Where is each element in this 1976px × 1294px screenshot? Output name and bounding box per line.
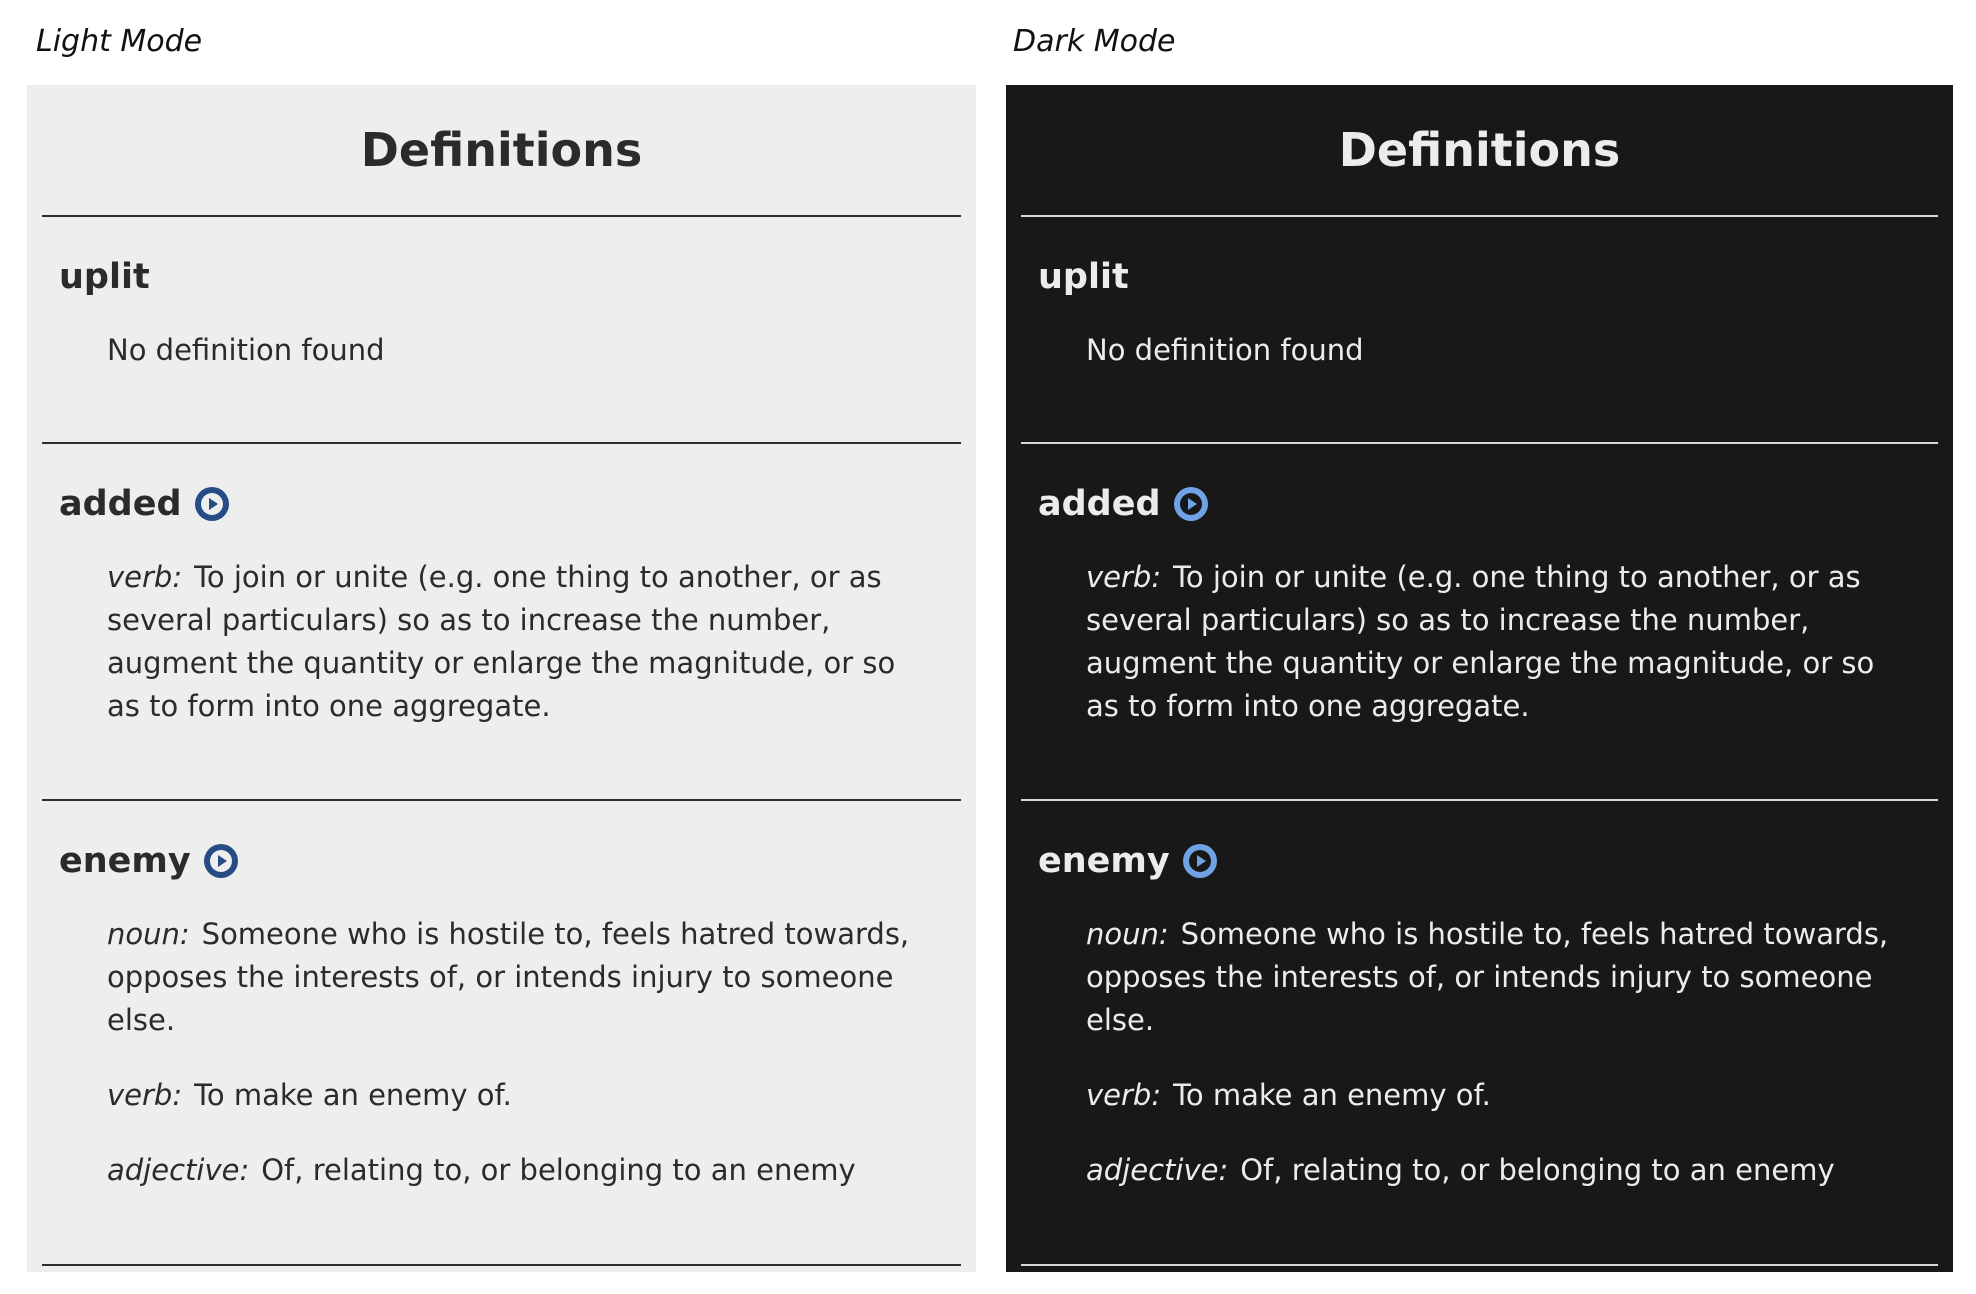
part-of-speech: verb: xyxy=(1086,560,1162,594)
definitions-panel-light: Definitions uplit No definition found ad… xyxy=(27,85,976,1272)
play-audio-icon[interactable] xyxy=(1173,486,1209,522)
dark-mode-label: Dark Mode xyxy=(1013,24,1176,59)
entry-added: added verb: To join or unite (e.g. one th… xyxy=(42,444,961,799)
part-of-speech: adjective: xyxy=(1086,1153,1229,1187)
definition: adjective: Of, relating to, or belonging … xyxy=(107,1149,933,1192)
definition-text: Of, relating to, or belonging to an enem… xyxy=(261,1153,856,1187)
play-audio-icon[interactable] xyxy=(194,486,230,522)
part-of-speech: verb: xyxy=(107,1078,183,1112)
definition-text: Someone who is hostile to, feels hatred … xyxy=(1086,917,1889,1037)
divider xyxy=(1021,1264,1938,1266)
definition-text: To make an enemy of. xyxy=(1173,1078,1491,1112)
definition: noun: Someone who is hostile to, feels ha… xyxy=(107,913,933,1042)
panel-title: Definitions xyxy=(1338,123,1621,177)
no-definition-text: No definition found xyxy=(1086,333,1364,367)
entry-enemy: enemy noun: Someone who is hostile to, fe… xyxy=(42,801,961,1264)
definitions-panel-dark: Definitions uplit No definition found ad… xyxy=(1006,85,1953,1272)
definition-text: To make an enemy of. xyxy=(194,1078,512,1112)
entry-word: uplit xyxy=(59,257,150,297)
play-audio-icon[interactable] xyxy=(1182,843,1218,879)
entry-uplit: uplit No definition found xyxy=(42,217,961,442)
part-of-speech: noun: xyxy=(107,917,190,951)
definition: noun: Someone who is hostile to, feels ha… xyxy=(1086,913,1910,1042)
definition-text: Of, relating to, or belonging to an enem… xyxy=(1240,1153,1835,1187)
part-of-speech: verb: xyxy=(1086,1078,1162,1112)
definition: adjective: Of, relating to, or belonging … xyxy=(1086,1149,1910,1192)
entry-word: added xyxy=(1038,484,1161,524)
entry-uplit: uplit No definition found xyxy=(1021,217,1938,442)
part-of-speech: noun: xyxy=(1086,917,1169,951)
definition-text: To join or unite (e.g. one thing to anot… xyxy=(1086,560,1875,723)
definition-text: Someone who is hostile to, feels hatred … xyxy=(107,917,910,1037)
entry-word: enemy xyxy=(1038,841,1170,881)
part-of-speech: adjective: xyxy=(107,1153,250,1187)
definition-text: To join or unite (e.g. one thing to anot… xyxy=(107,560,896,723)
no-definition-text: No definition found xyxy=(107,333,385,367)
divider xyxy=(42,1264,961,1266)
light-mode-label: Light Mode xyxy=(36,24,203,59)
definition: verb: To join or unite (e.g. one thing to… xyxy=(1086,556,1910,728)
entry-word: enemy xyxy=(59,841,191,881)
entry-enemy: enemy noun: Someone who is hostile to, fe… xyxy=(1021,801,1938,1264)
entry-added: added verb: To join or unite (e.g. one th… xyxy=(1021,444,1938,799)
entry-word: added xyxy=(59,484,182,524)
part-of-speech: verb: xyxy=(107,560,183,594)
play-audio-icon[interactable] xyxy=(203,843,239,879)
definition: verb: To make an enemy of. xyxy=(1086,1074,1910,1117)
entry-word: uplit xyxy=(1038,257,1129,297)
panel-title: Definitions xyxy=(360,123,643,177)
definition: verb: To join or unite (e.g. one thing to… xyxy=(107,556,933,728)
definition: verb: To make an enemy of. xyxy=(107,1074,933,1117)
